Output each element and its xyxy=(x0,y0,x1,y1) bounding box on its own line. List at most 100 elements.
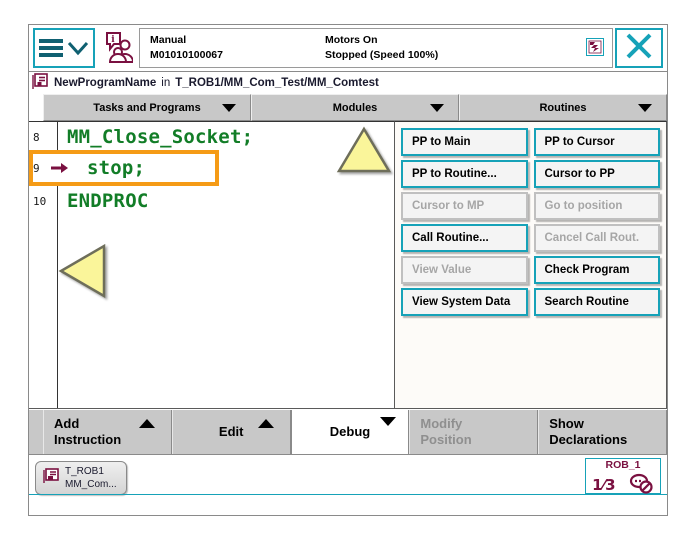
button-label: PP to Routine... xyxy=(412,168,497,180)
tab-routines[interactable]: Routines xyxy=(459,94,667,121)
button-label: Search Routine xyxy=(544,296,629,308)
work-area: 8 MM_Close_Socket; 9 stop; 10 ENDPROC PP… xyxy=(29,121,667,409)
motors-state: Motors On xyxy=(325,33,378,46)
chevron-down-icon xyxy=(380,417,397,426)
breadcrumb: NewProgramName in T_ROB1/MM_Com_Test/MM_… xyxy=(29,72,667,94)
button-label: Call Routine... xyxy=(412,232,489,244)
line-number: 10 xyxy=(33,194,47,208)
operating-mode: Manual xyxy=(150,33,187,46)
chevron-up-icon xyxy=(138,419,155,428)
quickset-robot-status[interactable]: ROB_1 1⁄3 xyxy=(585,458,661,494)
robot-status-body: 1⁄3 xyxy=(586,471,660,500)
search-routine-button[interactable]: Search Routine xyxy=(533,288,660,316)
cursor-to-pp-button[interactable]: Cursor to PP xyxy=(533,160,660,188)
go-to-position-button: Go to position xyxy=(533,192,660,220)
debug-button-row: Call Routine... Cancel Call Rout. xyxy=(401,224,660,252)
selector-tab-bar: Tasks and Programs Modules Routines xyxy=(29,94,667,121)
taskbar-divider xyxy=(29,494,667,495)
program-status-icon[interactable] xyxy=(586,38,604,56)
close-button[interactable] xyxy=(615,28,663,68)
show-declarations-button[interactable]: Show Declarations xyxy=(538,410,667,454)
fraction-numerator: 1 xyxy=(592,476,603,495)
program-editor-icon xyxy=(42,467,60,490)
taskbar-item-program-editor[interactable]: T_ROB1 MM_Com... xyxy=(35,461,127,495)
hamburger-menu-icon xyxy=(39,39,63,57)
button-label: View Value xyxy=(412,264,472,276)
debug-button-row: Cursor to MP Go to position xyxy=(401,192,660,220)
chevron-down-icon xyxy=(430,103,444,112)
status-state-column: Motors On Stopped (Speed 100%) xyxy=(325,33,525,63)
increment-fraction: 1⁄3 xyxy=(592,476,615,494)
fraction-denominator: 3 xyxy=(605,476,616,495)
pp-to-routine-button[interactable]: PP to Routine... xyxy=(401,160,528,188)
breadcrumb-program-name: NewProgramName xyxy=(54,77,157,89)
execution-state: Stopped (Speed 100%) xyxy=(325,49,439,61)
edit-button[interactable]: Edit xyxy=(171,410,291,454)
modify-position-button: Modify Position xyxy=(409,410,539,454)
button-label-line2: Instruction xyxy=(54,432,122,447)
view-value-button: View Value xyxy=(401,256,528,284)
debug-button-row: PP to Main PP to Cursor xyxy=(401,128,660,156)
tab-tasks-and-programs[interactable]: Tasks and Programs xyxy=(43,94,251,121)
button-label: Cancel Call Rout. xyxy=(544,232,640,244)
operator-info-icon[interactable]: i xyxy=(99,25,137,71)
taskbar-item-labels: T_ROB1 MM_Com... xyxy=(65,465,117,491)
status-fields[interactable]: Manual M01010100067 Motors On Stopped (S… xyxy=(139,28,613,68)
tab-label: Modules xyxy=(332,101,378,114)
code-line-selected[interactable]: 9 stop; xyxy=(29,150,219,186)
program-pointer-icon xyxy=(51,161,69,175)
line-code: stop; xyxy=(87,157,146,179)
main-menu-button[interactable] xyxy=(33,28,95,68)
line-number: 8 xyxy=(33,130,40,144)
cancel-call-routine-button: Cancel Call Rout. xyxy=(533,224,660,252)
tab-label: Routines xyxy=(539,101,587,114)
svg-text:i: i xyxy=(111,35,115,45)
close-icon xyxy=(624,31,654,66)
taskbar: T_ROB1 MM_Com... ROB_1 1⁄3 xyxy=(29,455,667,501)
pp-to-cursor-button[interactable]: PP to Cursor xyxy=(533,128,660,156)
editor-toolbar: Add Instruction Edit Debug Modify Positi… xyxy=(29,409,667,455)
controller-id: M01010100067 xyxy=(150,49,223,61)
robot-axis-disabled-icon xyxy=(628,471,654,500)
code-line[interactable]: 10 ENDPROC xyxy=(29,186,394,216)
add-instruction-button[interactable]: Add Instruction xyxy=(43,410,172,454)
line-code: MM_Close_Socket; xyxy=(67,126,254,148)
button-label: Cursor to MP xyxy=(412,200,485,212)
program-file-icon xyxy=(31,73,49,93)
line-number: 9 xyxy=(33,161,40,175)
button-label-line1: Debug xyxy=(329,423,371,439)
button-label-line1: Show xyxy=(549,415,584,431)
button-label: Go to position xyxy=(544,200,623,212)
debug-button-row: PP to Routine... Cursor to PP xyxy=(401,160,660,188)
button-label: PP to Cursor xyxy=(544,136,615,148)
debug-button[interactable]: Debug xyxy=(290,410,410,454)
button-label: Cursor to PP xyxy=(544,168,615,180)
line-code: ENDPROC xyxy=(67,190,149,212)
taskbar-item-line2: MM_Com... xyxy=(65,479,117,490)
cursor-to-mp-button: Cursor to MP xyxy=(401,192,528,220)
chevron-down-icon xyxy=(67,40,89,56)
chevron-up-icon xyxy=(257,419,274,428)
button-label-line1: Modify xyxy=(420,415,463,431)
chevron-down-icon xyxy=(222,103,236,112)
status-bar: i Manual M01010100067 Motors On Stopped … xyxy=(29,25,667,72)
taskbar-item-line1: T_ROB1 xyxy=(65,466,104,477)
view-system-data-button[interactable]: View System Data xyxy=(401,288,528,316)
check-program-button[interactable]: Check Program xyxy=(533,256,660,284)
tab-label: Tasks and Programs xyxy=(93,101,201,114)
scroll-up-triangle-icon[interactable] xyxy=(336,126,392,179)
tab-modules[interactable]: Modules xyxy=(251,94,459,121)
button-label-line2: Declarations xyxy=(549,432,628,447)
debug-button-panel: PP to Main PP to Cursor PP to Routine...… xyxy=(395,121,667,409)
breadcrumb-connector: in xyxy=(161,77,171,89)
debug-button-row: View Value Check Program xyxy=(401,256,660,284)
status-mode-column: Manual M01010100067 xyxy=(150,33,325,63)
button-label: PP to Main xyxy=(412,136,471,148)
scroll-left-triangle-icon[interactable] xyxy=(58,243,108,304)
rapid-code-editor[interactable]: 8 MM_Close_Socket; 9 stop; 10 ENDPROC xyxy=(29,121,395,409)
debug-button-row: View System Data Search Routine xyxy=(401,288,660,316)
call-routine-button[interactable]: Call Routine... xyxy=(401,224,528,252)
pp-to-main-button[interactable]: PP to Main xyxy=(401,128,528,156)
button-label-line2: Position xyxy=(420,432,472,447)
button-label: View System Data xyxy=(412,296,511,308)
